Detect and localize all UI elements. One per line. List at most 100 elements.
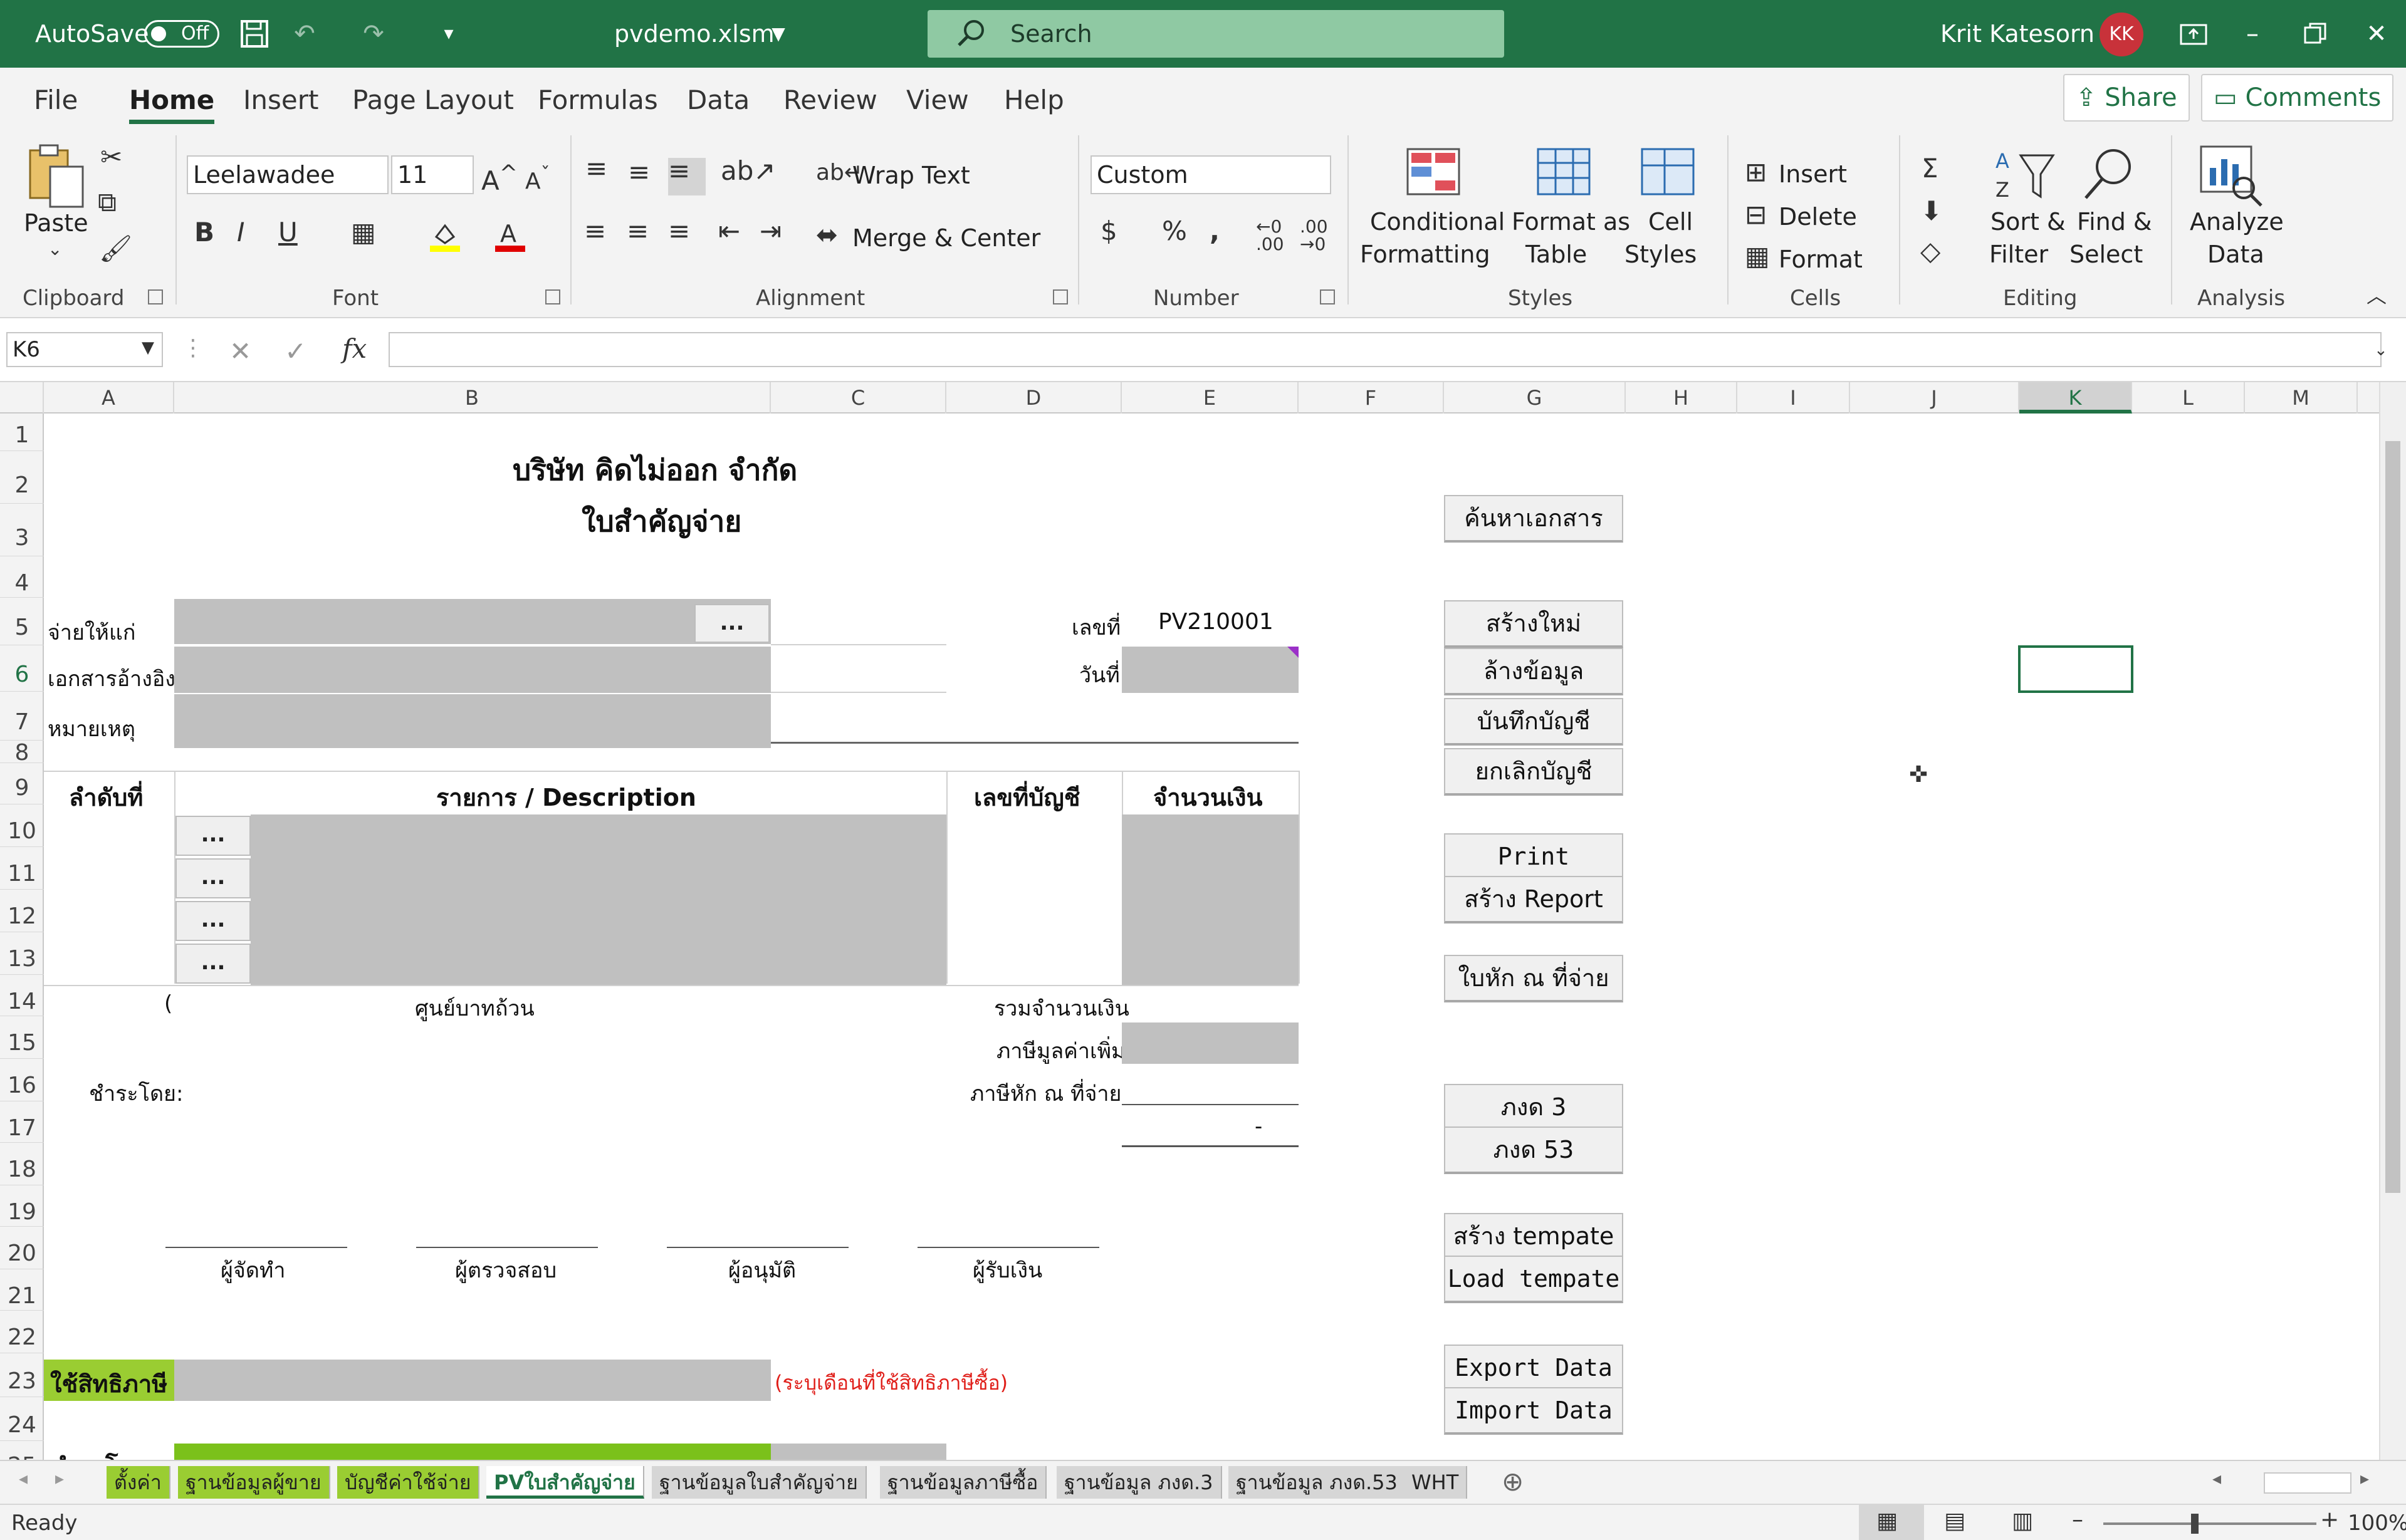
pay-to-input[interactable]	[174, 599, 771, 644]
tab-data[interactable]: Data	[687, 68, 750, 130]
row-header[interactable]: 2	[0, 451, 44, 504]
sheet-tab[interactable]: ฐานข้อมูลใบสำคัญจ่าย	[652, 1466, 867, 1499]
restore-icon[interactable]	[2299, 18, 2331, 50]
row-header[interactable]: 9	[0, 763, 44, 804]
tab-help[interactable]: Help	[1004, 68, 1064, 130]
find-select-label-1[interactable]: Find &	[2077, 208, 2152, 236]
column-header-a[interactable]: A	[44, 382, 174, 414]
row-header[interactable]: 20	[0, 1227, 44, 1269]
page-break-view-icon[interactable]: ▥	[2012, 1510, 2033, 1532]
align-left-icon[interactable]: ≡	[584, 218, 606, 244]
cut-icon[interactable]: ✂	[100, 144, 122, 170]
analyze-data-label-2[interactable]: Data	[2207, 241, 2264, 268]
cell-styles-icon[interactable]	[1640, 147, 1696, 201]
increase-decimal-icon[interactable]: ←0.00	[1256, 218, 1284, 253]
fill-icon[interactable]: ⬇	[1920, 198, 1942, 224]
analyze-data-icon[interactable]	[2199, 144, 2264, 211]
align-right-icon[interactable]: ≡	[668, 218, 690, 244]
conditional-formatting-label-2[interactable]: Formatting	[1360, 241, 1490, 268]
comments-button[interactable]: ▭ Comments	[2201, 74, 2394, 122]
column-header-k[interactable]: K	[2019, 382, 2132, 414]
row-header[interactable]: 13	[0, 932, 44, 975]
format-cells-label[interactable]: Format	[1779, 246, 1863, 273]
row-header[interactable]: 21	[0, 1269, 44, 1311]
increase-font-icon[interactable]: A^	[481, 163, 518, 194]
autosave-toggle[interactable]: Off	[144, 20, 219, 48]
cell-styles-label-2[interactable]: Styles	[1624, 241, 1697, 268]
format-as-table-label-1[interactable]: Format as	[1512, 208, 1630, 236]
underline-icon[interactable]: U	[278, 219, 298, 246]
column-header-c[interactable]: C	[771, 382, 946, 414]
column-header-h[interactable]: H	[1626, 382, 1737, 414]
normal-view-icon[interactable]: ▦	[1876, 1510, 1898, 1532]
bold-icon[interactable]: B	[194, 219, 214, 246]
item-lookup-button[interactable]: ...	[175, 816, 251, 856]
search-document-button[interactable]: ค้นหาเอกสาร	[1444, 495, 1623, 543]
find-select-label-2[interactable]: Select	[2069, 241, 2143, 268]
sheet-tab[interactable]: ฐานข้อมูล ภงด.53	[1228, 1466, 1406, 1499]
zoom-slider-thumb[interactable]	[2191, 1514, 2199, 1534]
expand-formula-icon[interactable]: ⌄	[2374, 342, 2388, 358]
new-document-button[interactable]: สร้างใหม่	[1444, 600, 1623, 648]
customize-quick-access-icon[interactable]: ▾	[432, 18, 465, 50]
row-header[interactable]: 3	[0, 504, 44, 556]
sheet-tab[interactable]: WHT	[1404, 1466, 1468, 1499]
font-color-icon[interactable]: A	[493, 218, 528, 258]
currency-icon[interactable]: $	[1101, 218, 1117, 244]
format-as-table-icon[interactable]	[1535, 147, 1592, 201]
paste-dropdown-icon[interactable]: ⌄	[48, 241, 62, 258]
cancel-entry-button[interactable]: ยกเลิกบัญชี	[1444, 748, 1623, 796]
row-header[interactable]: 17	[0, 1101, 44, 1143]
cancel-formula-icon[interactable]: ✕	[229, 338, 251, 365]
create-template-button[interactable]: สร้าง tempate	[1444, 1213, 1623, 1261]
column-header-f[interactable]: F	[1299, 382, 1444, 414]
user-name[interactable]: Krit Katesorn	[1940, 0, 2095, 68]
sort-filter-label-1[interactable]: Sort &	[1990, 208, 2066, 236]
clipboard-launcher-icon[interactable]	[148, 289, 163, 304]
tab-home[interactable]: Home	[129, 68, 215, 130]
decrease-indent-icon[interactable]: ⇤	[718, 218, 740, 244]
column-header-i[interactable]: I	[1737, 382, 1850, 414]
horizontal-scrollbar[interactable]	[2264, 1472, 2351, 1494]
prev-sheet-icon[interactable]: ◂	[19, 1470, 28, 1487]
fill-color-icon[interactable]	[427, 218, 463, 258]
print-button[interactable]: Print	[1444, 833, 1623, 881]
font-size-select[interactable]: 11	[391, 155, 474, 194]
column-header-d[interactable]: D	[946, 382, 1122, 414]
column-header-l[interactable]: L	[2132, 382, 2245, 414]
export-data-button[interactable]: Export Data	[1444, 1345, 1623, 1392]
row-header[interactable]: 18	[0, 1143, 44, 1185]
number-format-select[interactable]: Custom	[1091, 155, 1331, 194]
orientation-icon[interactable]: ab↗	[721, 158, 776, 184]
row-header[interactable]: 22	[0, 1311, 44, 1353]
tab-review[interactable]: Review	[783, 68, 877, 130]
paste-icon[interactable]	[25, 142, 88, 215]
search-box[interactable]: Search	[928, 10, 1504, 58]
load-template-button[interactable]: Load tempate	[1444, 1256, 1623, 1303]
middle-align-icon[interactable]: ≡	[628, 159, 650, 185]
name-box[interactable]: K6	[6, 332, 163, 367]
sheet-tab[interactable]: ฐานข้อมูลภาษีซื้อ	[880, 1466, 1047, 1499]
conditional-formatting-icon[interactable]	[1405, 147, 1462, 201]
sheet-tab-active[interactable]: PVใบสำคัญจ่าย	[486, 1466, 644, 1499]
insert-cells-icon[interactable]: ⊞	[1745, 159, 1767, 185]
name-box-dropdown-icon[interactable]: ▼	[142, 340, 154, 356]
paste-label[interactable]: Paste	[24, 209, 88, 237]
filename-dropdown-icon[interactable]: ▼	[762, 18, 795, 50]
wht-certificate-button[interactable]: ใบหัก ณ ที่จ่าย	[1444, 955, 1623, 1002]
merge-center-label[interactable]: Merge & Center	[852, 224, 1040, 252]
sheet-tab[interactable]: บัญชีค่าใช้จ่าย	[337, 1466, 480, 1499]
decrease-font-icon[interactable]: Aˇ	[525, 165, 550, 193]
tab-formulas[interactable]: Formulas	[538, 68, 658, 130]
column-header-e[interactable]: E	[1122, 382, 1299, 414]
wrap-text-label[interactable]: Wrap Text	[852, 162, 970, 189]
delete-cells-icon[interactable]: ⊟	[1745, 202, 1767, 228]
top-align-icon[interactable]: ≡	[585, 155, 607, 182]
row-header[interactable]: 14	[0, 975, 44, 1016]
item-lookup-button[interactable]: ...	[175, 901, 251, 941]
column-header-g[interactable]: G	[1444, 382, 1626, 414]
tab-view[interactable]: View	[906, 68, 969, 130]
import-data-button[interactable]: Import Data	[1444, 1387, 1623, 1435]
sheet-tab[interactable]: ฐานข้อมูล ภงด.3	[1057, 1466, 1222, 1499]
pnd53-button[interactable]: ภงด 53	[1444, 1126, 1623, 1174]
